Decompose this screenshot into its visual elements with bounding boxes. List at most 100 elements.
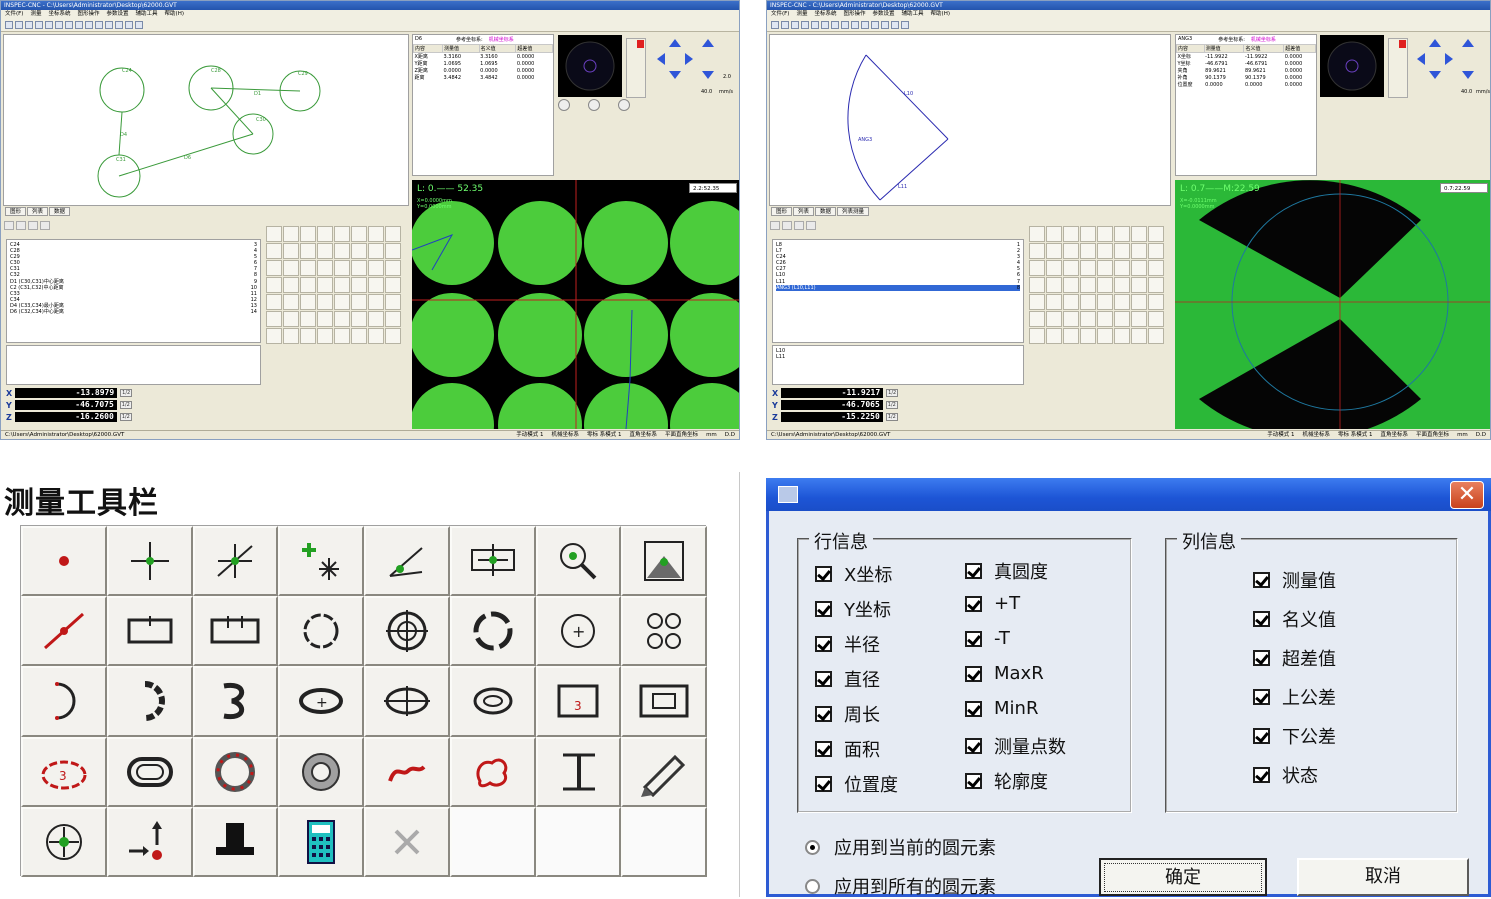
new-icon[interactable] (771, 21, 779, 29)
tool-icon[interactable] (1080, 328, 1096, 344)
jog-left-icon[interactable] (1417, 53, 1425, 65)
tool-icon[interactable] (368, 277, 384, 293)
tool-icon[interactable] (368, 328, 384, 344)
tool-icon[interactable] (368, 294, 384, 310)
tool-icon[interactable] (1046, 226, 1062, 242)
tool-icon[interactable] (1046, 294, 1062, 310)
tool-icon[interactable] (1131, 277, 1147, 293)
tool-icon[interactable] (283, 294, 299, 310)
tool-icon[interactable] (1114, 294, 1130, 310)
tool-icon[interactable] (1097, 277, 1113, 293)
table-row[interactable]: 距离 3.4842 3.4842 0.0000 (414, 74, 553, 82)
tool-icon[interactable] (385, 277, 401, 293)
tool-icon[interactable] (1046, 277, 1062, 293)
tab-graphic[interactable]: 图形 (771, 207, 793, 216)
tool-icon[interactable] (385, 226, 401, 242)
menu-tools[interactable]: 辅助工具 (902, 10, 924, 19)
row-right-checkbox[interactable]: MinR (965, 698, 1038, 719)
tool-icon[interactable] (283, 311, 299, 327)
tool-icon[interactable] (334, 243, 350, 259)
tool-icon[interactable] (1097, 226, 1113, 242)
tool-icon[interactable] (317, 328, 333, 344)
table-row[interactable]: 补角 90.1379 90.1379 0.0000 (1177, 74, 1316, 82)
menu-file[interactable]: 文件(F) (771, 10, 789, 19)
tool-icon[interactable] (1097, 311, 1113, 327)
tool-button[interactable] (21, 806, 107, 877)
tool-icon[interactable] (1131, 260, 1147, 276)
jog-z-up-icon[interactable] (702, 39, 714, 47)
save-icon[interactable] (25, 21, 33, 29)
grid-icon[interactable] (55, 21, 63, 29)
tool-icon[interactable] (1063, 260, 1079, 276)
tab-data[interactable]: 数据 (815, 207, 837, 216)
tool-button[interactable] (621, 596, 707, 667)
tool-button[interactable] (192, 596, 279, 667)
column-checkbox[interactable]: 测量值 (1253, 567, 1336, 593)
tool-icon[interactable] (300, 243, 316, 259)
tool-icon[interactable] (1029, 260, 1045, 276)
tool-button[interactable] (621, 666, 707, 737)
zoom-icon[interactable] (811, 21, 819, 29)
menu-graphic[interactable]: 图形操作 (78, 10, 100, 19)
row-left-checkbox[interactable]: X坐标 (815, 561, 892, 587)
tool-icon[interactable] (1046, 311, 1062, 327)
save-icon[interactable] (791, 21, 799, 29)
tool-icon[interactable] (351, 226, 367, 242)
list-item[interactable]: ANG3 (L10,L11) (776, 284, 1020, 291)
row-right-checkbox[interactable]: MaxR (965, 663, 1044, 684)
tool-icon[interactable] (1097, 328, 1113, 344)
tool-button[interactable] (278, 736, 364, 807)
jog-right-icon[interactable] (1445, 53, 1453, 65)
jog-z-up-icon[interactable] (1462, 39, 1474, 47)
tab-list-measure[interactable]: 列表测量 (837, 207, 870, 216)
tool-icon[interactable] (1063, 294, 1079, 310)
table-row[interactable]: Y坐标 -46.6791 -46.6791 0.0000 (1177, 60, 1316, 68)
tool-icon[interactable] (1029, 328, 1045, 344)
tool-icon[interactable] (300, 226, 316, 242)
table-row[interactable]: Y距离 1.0695 1.0695 0.0000 (414, 60, 553, 68)
step-icon[interactable] (794, 221, 804, 230)
tool-icon[interactable] (1080, 243, 1096, 259)
tool-icon[interactable] (1080, 226, 1096, 242)
zoom-icon[interactable] (45, 21, 53, 29)
jog-z-down-icon[interactable] (1462, 71, 1474, 79)
tool-icon[interactable] (266, 226, 282, 242)
distance-icon[interactable] (95, 21, 103, 29)
tool-button[interactable] (192, 736, 279, 807)
distance-icon[interactable] (861, 21, 869, 29)
zoom-select[interactable]: 2.2:52.35 (689, 183, 737, 193)
window-icon[interactable] (135, 21, 143, 29)
tool-button[interactable] (535, 736, 622, 807)
tool-icon[interactable] (1063, 328, 1079, 344)
tab-data[interactable]: 数据 (49, 207, 71, 216)
tool-icon[interactable] (1080, 277, 1096, 293)
column-checkbox[interactable]: 名义值 (1253, 606, 1336, 632)
tool-icon[interactable] (283, 328, 299, 344)
half-button[interactable]: 1/2 (119, 413, 132, 421)
tool-icon[interactable] (351, 277, 367, 293)
tool-icon[interactable] (1063, 226, 1079, 242)
tool-icon[interactable] (1029, 311, 1045, 327)
measure-icon[interactable] (851, 21, 859, 29)
tool-icon[interactable] (351, 260, 367, 276)
table-row[interactable]: X坐标 -11.9922 -11.9922 0.0000 (1177, 53, 1316, 61)
tab-list[interactable]: 列表 (27, 207, 49, 216)
tool-icon[interactable] (283, 277, 299, 293)
apply-all-radio[interactable]: 应用到所有的圆元素 (805, 873, 996, 899)
tool-icon[interactable] (1029, 243, 1045, 259)
tool-icon[interactable] (300, 260, 316, 276)
tool-button[interactable] (449, 666, 536, 737)
tool-icon[interactable] (385, 294, 401, 310)
tool-icon[interactable] (317, 260, 333, 276)
tool-button[interactable] (106, 806, 193, 877)
zoom-select[interactable]: 0.7:22.59 (1440, 183, 1488, 193)
tool-icon[interactable] (334, 311, 350, 327)
tool-button[interactable] (106, 736, 193, 807)
tool-button[interactable] (106, 596, 193, 667)
tool-icon[interactable] (317, 294, 333, 310)
tool-icon[interactable] (368, 226, 384, 242)
measure-icon[interactable] (85, 21, 93, 29)
row-left-checkbox[interactable]: Y坐标 (815, 596, 891, 622)
jog-down-icon[interactable] (1429, 71, 1441, 79)
tool-button[interactable] (106, 666, 193, 737)
